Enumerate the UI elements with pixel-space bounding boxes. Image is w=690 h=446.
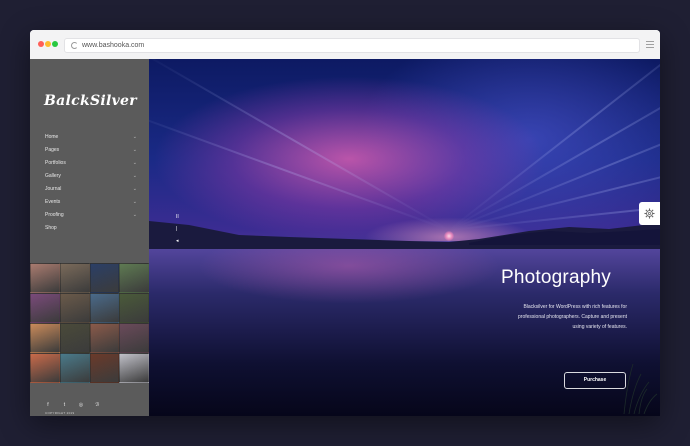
mountain-silhouette bbox=[149, 221, 660, 249]
instagram-icon[interactable]: ◎ bbox=[78, 402, 84, 408]
reeds-silhouette bbox=[623, 363, 658, 414]
chevron-down-icon: ⌄ bbox=[132, 199, 137, 205]
minimize-window-icon[interactable] bbox=[45, 41, 51, 47]
nav-item-label: Pages bbox=[45, 147, 60, 153]
nav-item-label: Gallery bbox=[45, 173, 61, 179]
chevron-down-icon: ⌄ bbox=[132, 147, 137, 153]
gallery-thumbnail[interactable] bbox=[89, 263, 120, 293]
main-nav: Home ⌄ Pages ⌄ Portfolios ⌄ Gallery ⌄ Jo… bbox=[45, 133, 137, 237]
hero-slider: II | ◂ Photography Blacksilver for WordP… bbox=[149, 59, 660, 416]
chevron-down-icon: ⌄ bbox=[132, 134, 137, 140]
gallery-thumbnail[interactable] bbox=[30, 263, 60, 293]
slide-controls: II | ◂ bbox=[176, 212, 179, 248]
nav-item-pages[interactable]: Pages ⌄ bbox=[45, 146, 137, 159]
nav-item-label: Journal bbox=[45, 186, 62, 192]
close-window-icon[interactable] bbox=[38, 41, 44, 47]
settings-button[interactable] bbox=[639, 202, 660, 225]
facebook-icon[interactable]: f bbox=[45, 402, 51, 408]
gallery-thumbnail[interactable] bbox=[59, 263, 90, 293]
slide-divider: | bbox=[176, 226, 178, 232]
chevron-down-icon: ⌄ bbox=[132, 160, 137, 166]
nav-item-label: Home bbox=[45, 134, 59, 140]
hamburger-menu-icon[interactable] bbox=[646, 41, 654, 50]
nav-item-shop[interactable]: Shop bbox=[45, 224, 137, 237]
light-ray bbox=[448, 59, 660, 231]
nav-item-proofing[interactable]: Proofing ⌄ bbox=[45, 211, 137, 224]
nav-item-label: Portfolios bbox=[45, 160, 66, 166]
gallery-thumbnail[interactable] bbox=[119, 353, 149, 383]
twitter-icon[interactable]: t bbox=[61, 402, 67, 408]
sunset-glow bbox=[444, 231, 454, 241]
chevron-down-icon: ⌄ bbox=[132, 212, 137, 218]
address-bar[interactable]: www.bashooka.com bbox=[64, 38, 640, 53]
nav-item-label: Shop bbox=[45, 225, 57, 231]
gallery-thumbnail[interactable] bbox=[119, 323, 149, 353]
maximize-window-icon[interactable] bbox=[52, 41, 58, 47]
reload-icon[interactable] bbox=[71, 42, 78, 49]
hero-description-line: using variety of features. bbox=[572, 324, 627, 330]
browser-toolbar: www.bashooka.com bbox=[30, 30, 660, 60]
chevron-down-icon: ⌄ bbox=[132, 173, 137, 179]
url-text: www.bashooka.com bbox=[82, 42, 145, 49]
light-ray bbox=[149, 59, 450, 231]
nav-item-label: Proofing bbox=[45, 212, 64, 218]
hero-description: Blacksilver for WordPress with rich feat… bbox=[461, 302, 627, 332]
behance-icon[interactable]: ℬ bbox=[94, 402, 100, 408]
gallery-thumbnail[interactable] bbox=[89, 353, 120, 383]
thumbnail-gallery bbox=[30, 263, 149, 383]
gallery-thumbnail[interactable] bbox=[59, 323, 90, 353]
hero-title: Photography bbox=[501, 267, 611, 288]
site-logo[interactable]: BalckSilver bbox=[44, 93, 137, 109]
social-links: f t ◎ ℬ bbox=[45, 393, 106, 411]
gallery-thumbnail[interactable] bbox=[30, 323, 60, 353]
nav-item-journal[interactable]: Journal ⌄ bbox=[45, 185, 137, 198]
pause-icon[interactable]: II bbox=[176, 212, 179, 222]
gallery-thumbnail[interactable] bbox=[30, 353, 60, 383]
nav-item-events[interactable]: Events ⌄ bbox=[45, 198, 137, 211]
nav-item-label: Events bbox=[45, 199, 61, 205]
gallery-thumbnail[interactable] bbox=[59, 353, 90, 383]
gallery-thumbnail[interactable] bbox=[30, 293, 60, 323]
purchase-button[interactable]: Purchase bbox=[564, 372, 626, 389]
nav-item-gallery[interactable]: Gallery ⌄ bbox=[45, 172, 137, 185]
gallery-thumbnail[interactable] bbox=[89, 323, 120, 353]
gallery-thumbnail[interactable] bbox=[59, 293, 90, 323]
gear-icon bbox=[644, 208, 655, 219]
gallery-thumbnail[interactable] bbox=[119, 293, 149, 323]
nav-item-portfolios[interactable]: Portfolios ⌄ bbox=[45, 159, 137, 172]
chevron-down-icon: ⌄ bbox=[132, 186, 137, 192]
copyright-text: COPYRIGHT 2019 bbox=[45, 411, 75, 415]
nav-item-home[interactable]: Home ⌄ bbox=[45, 133, 137, 146]
browser-window: www.bashooka.com BalckSilver Home ⌄ Page… bbox=[30, 30, 660, 416]
hero-description-line: Blacksilver for WordPress with rich feat… bbox=[523, 304, 627, 310]
hero-description-line: professional photographers. Capture and … bbox=[518, 314, 627, 320]
sidebar: BalckSilver Home ⌄ Pages ⌄ Portfolios ⌄ … bbox=[30, 59, 149, 416]
prev-slide-icon[interactable]: ◂ bbox=[176, 236, 179, 246]
gallery-thumbnail[interactable] bbox=[89, 293, 120, 323]
gallery-thumbnail[interactable] bbox=[119, 263, 149, 293]
